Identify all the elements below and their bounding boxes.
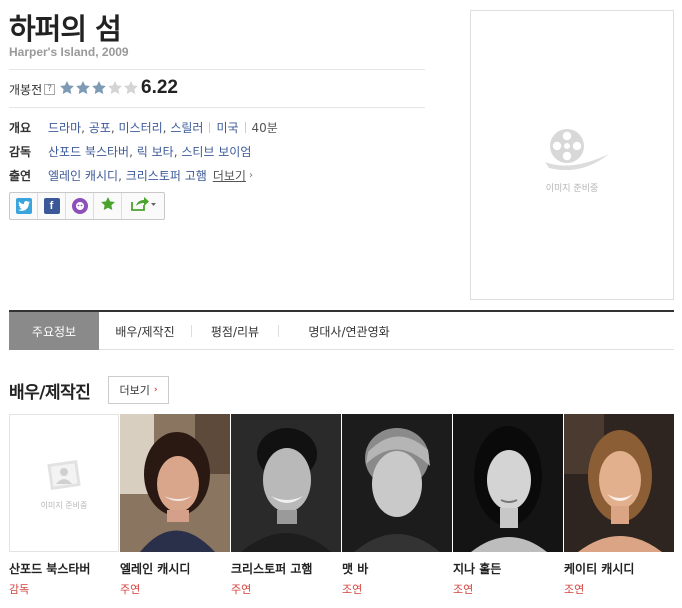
cast-photo-placeholder[interactable]: 이미지 준비중: [9, 414, 119, 552]
twitter-button[interactable]: [10, 193, 38, 219]
cast-name[interactable]: 케이티 캐시디: [564, 560, 634, 577]
cast-name[interactable]: 크리스토퍼 고햄: [231, 560, 312, 577]
tab-main-info[interactable]: 주요정보: [9, 312, 99, 350]
actor-photo: [231, 414, 341, 552]
tab-cast-crew[interactable]: 배우/제작진: [99, 312, 191, 350]
facebook-button[interactable]: f: [38, 193, 66, 219]
actor-photo: [120, 414, 230, 552]
actor-photo: [342, 414, 452, 552]
share-more-button[interactable]: [122, 193, 164, 219]
rating-stars: [59, 80, 139, 96]
twitter-icon: [15, 198, 32, 214]
me2day-icon: [71, 198, 88, 214]
movie-subtitle: Harper's Island, 2009: [9, 45, 129, 59]
actor-photo: [453, 414, 563, 552]
poster-placeholder-text: 이미지 준비중: [545, 184, 599, 194]
genre-link[interactable]: 스릴러: [170, 119, 203, 136]
rating-score: 6.22: [141, 77, 178, 98]
cast-more-link[interactable]: 더보기: [213, 167, 246, 184]
cast-name[interactable]: 엘레인 캐시디: [120, 560, 190, 577]
share-toolbar: f: [9, 192, 165, 220]
cast-name[interactable]: 맷 바: [342, 560, 368, 577]
director-label: 감독: [9, 145, 32, 159]
divider: [9, 69, 425, 70]
star-empty-icon: [108, 81, 122, 94]
star-filled-icon: [92, 81, 106, 94]
cast-placeholder-text: 이미지 준비중: [40, 501, 88, 510]
share-icon: [130, 196, 156, 216]
movie-title: 하퍼의 섬: [9, 12, 122, 46]
director-link[interactable]: 릭 보타: [137, 143, 174, 160]
cast-name[interactable]: 산포드 북스타버: [9, 560, 90, 577]
cast-role: 주연: [231, 583, 252, 596]
chevron-right-icon: ›: [153, 385, 158, 395]
divider: [9, 107, 425, 108]
overview-label: 개요: [9, 121, 32, 135]
star-empty-icon: [124, 81, 138, 94]
facebook-icon: f: [43, 198, 60, 214]
separator: [209, 122, 211, 133]
cast-photo[interactable]: [564, 414, 674, 552]
tab-quotes-related[interactable]: 명대사/연관영화: [279, 312, 419, 350]
cast-row: 출연 엘레인 캐시디, 크리스토퍼 고햄 더보기 ›: [9, 167, 253, 184]
genre-link[interactable]: 드라마: [48, 119, 81, 136]
star-filled-icon: [60, 81, 74, 94]
runtime: 40분: [251, 121, 278, 135]
cast-photo[interactable]: [120, 414, 230, 552]
actor-photo: [564, 414, 674, 552]
chevron-right-icon: ›: [248, 170, 253, 181]
cast-role: 조연: [342, 583, 363, 596]
cast-role: 조연: [564, 583, 585, 596]
person-placeholder-icon: [47, 460, 81, 490]
separator: [244, 122, 246, 133]
me2day-button[interactable]: [66, 193, 94, 219]
favorite-star-icon: [100, 196, 116, 216]
cast-more-button[interactable]: 더보기 ›: [108, 376, 169, 404]
genre-link[interactable]: 미스터리: [119, 119, 163, 136]
genre-link[interactable]: 공포: [89, 119, 111, 136]
cast-photo[interactable]: [342, 414, 452, 552]
cast-role: 조연: [453, 583, 474, 596]
cast-label: 출연: [9, 169, 32, 183]
cast-section-title: 배우/제작진: [9, 383, 91, 403]
director-link[interactable]: 스티브 보이엄: [181, 143, 251, 160]
poster-placeholder: 이미지 준비중: [470, 10, 674, 300]
film-reel-icon: [545, 129, 609, 171]
overview-row: 개요 드라마, 공포, 미스터리, 스릴러 미국 40분: [9, 119, 278, 136]
cast-photo[interactable]: [453, 414, 563, 552]
cast-link[interactable]: 엘레인 캐시디: [48, 167, 118, 184]
cast-photo-row: 이미지 준비중: [9, 414, 674, 554]
cast-name[interactable]: 지나 홀든: [453, 560, 501, 577]
favorite-button[interactable]: [94, 193, 122, 219]
help-icon[interactable]: ?: [44, 84, 56, 95]
rating-label: 개봉전 ?: [9, 81, 56, 98]
cast-link[interactable]: 크리스토퍼 고햄: [126, 167, 207, 184]
tab-rating-review[interactable]: 평점/리뷰: [192, 312, 278, 350]
director-link[interactable]: 산포드 북스타버: [48, 143, 129, 160]
star-filled-icon: [76, 81, 90, 94]
cast-role: 감독: [9, 583, 30, 596]
cast-photo[interactable]: [231, 414, 341, 552]
director-row: 감독 산포드 북스타버, 릭 보타, 스티브 보이엄: [9, 143, 252, 160]
tab-bar: 주요정보 배우/제작진 평점/리뷰 명대사/연관영화: [9, 310, 674, 350]
country-link[interactable]: 미국: [216, 119, 238, 136]
cast-role: 주연: [120, 583, 141, 596]
